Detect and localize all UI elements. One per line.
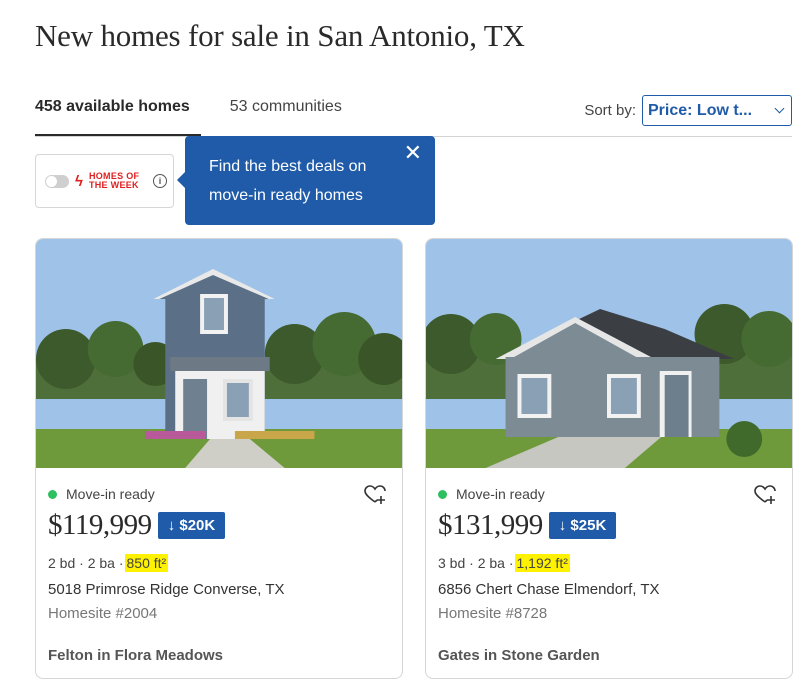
- tab-communities[interactable]: 53 communities: [230, 98, 342, 116]
- close-icon[interactable]: ✕: [404, 141, 422, 165]
- status-text: Move-in ready: [66, 486, 155, 502]
- price-row: $119,999 ↓ $20K: [48, 509, 226, 542]
- deals-tooltip: Find the best deals on move-in ready hom…: [177, 136, 435, 225]
- price: $119,999: [48, 509, 152, 541]
- listing-card[interactable]: Move-in ready $119,999 ↓ $20K 2 bd · 2 b…: [35, 238, 403, 679]
- price-drop-badge: ↓ $25K: [548, 512, 617, 539]
- community-name[interactable]: Gates in Stone Garden: [438, 647, 600, 664]
- tab-available-homes[interactable]: 458 available homes: [35, 98, 190, 116]
- listing-card[interactable]: Move-in ready $131,999 ↓ $25K 3 bd · 2 b…: [425, 238, 793, 679]
- status-indicator: Move-in ready: [438, 486, 545, 502]
- price-drop-badge: ↓ $20K: [157, 512, 226, 539]
- tooltip-text-line1: Find the best deals on: [209, 158, 367, 175]
- page-title: New homes for sale in San Antonio, TX: [35, 18, 525, 53]
- sort-label: Sort by:: [584, 102, 636, 119]
- homes-of-the-week-label: HOMES OF THE WEEK: [88, 171, 140, 190]
- address: 5018 Primrose Ridge Converse, TX: [48, 581, 285, 598]
- chevron-down-icon: [774, 103, 785, 114]
- sort-select[interactable]: Price: Low t...: [642, 95, 792, 126]
- status-dot: [438, 489, 447, 499]
- home-photo: [36, 239, 402, 468]
- price: $131,999: [438, 509, 543, 541]
- status-indicator: Move-in ready: [48, 486, 155, 502]
- homesite-number: Homesite #8728: [438, 605, 548, 622]
- status-dot: [48, 489, 57, 499]
- sort-value: Price: Low t...: [648, 101, 753, 119]
- community-name[interactable]: Felton in Flora Meadows: [48, 647, 223, 664]
- heart-plus-icon[interactable]: [364, 485, 386, 505]
- home-photo: [426, 239, 792, 468]
- home-specs: 3 bd · 2 ba · 1,192 ft²: [438, 554, 570, 572]
- beds-baths: 3 bd · 2 ba ·: [438, 555, 514, 571]
- heart-plus-icon[interactable]: [754, 485, 776, 505]
- sort-control: Sort by: Price: Low t...: [584, 95, 792, 126]
- tooltip-text-line2: move-in ready homes: [209, 187, 363, 204]
- homes-of-the-week-toggle[interactable]: [45, 174, 69, 188]
- home-specs: 2 bd · 2 ba · 850 ft²: [48, 554, 169, 572]
- address: 6856 Chert Chase Elmendorf, TX: [438, 581, 660, 598]
- info-icon[interactable]: i: [152, 174, 167, 188]
- square-footage: 850 ft²: [124, 554, 169, 572]
- square-footage: 1,192 ft²: [514, 554, 570, 572]
- homesite-number: Homesite #2004: [48, 605, 158, 622]
- results-tabs: 458 available homes 53 communities: [35, 98, 342, 116]
- price-row: $131,999 ↓ $25K: [438, 509, 617, 542]
- homes-of-the-week-filter: ϟ HOMES OF THE WEEK i: [35, 154, 174, 208]
- lightning-icon: ϟ: [75, 172, 83, 190]
- beds-baths: 2 bd · 2 ba ·: [48, 555, 124, 571]
- status-text: Move-in ready: [456, 486, 545, 502]
